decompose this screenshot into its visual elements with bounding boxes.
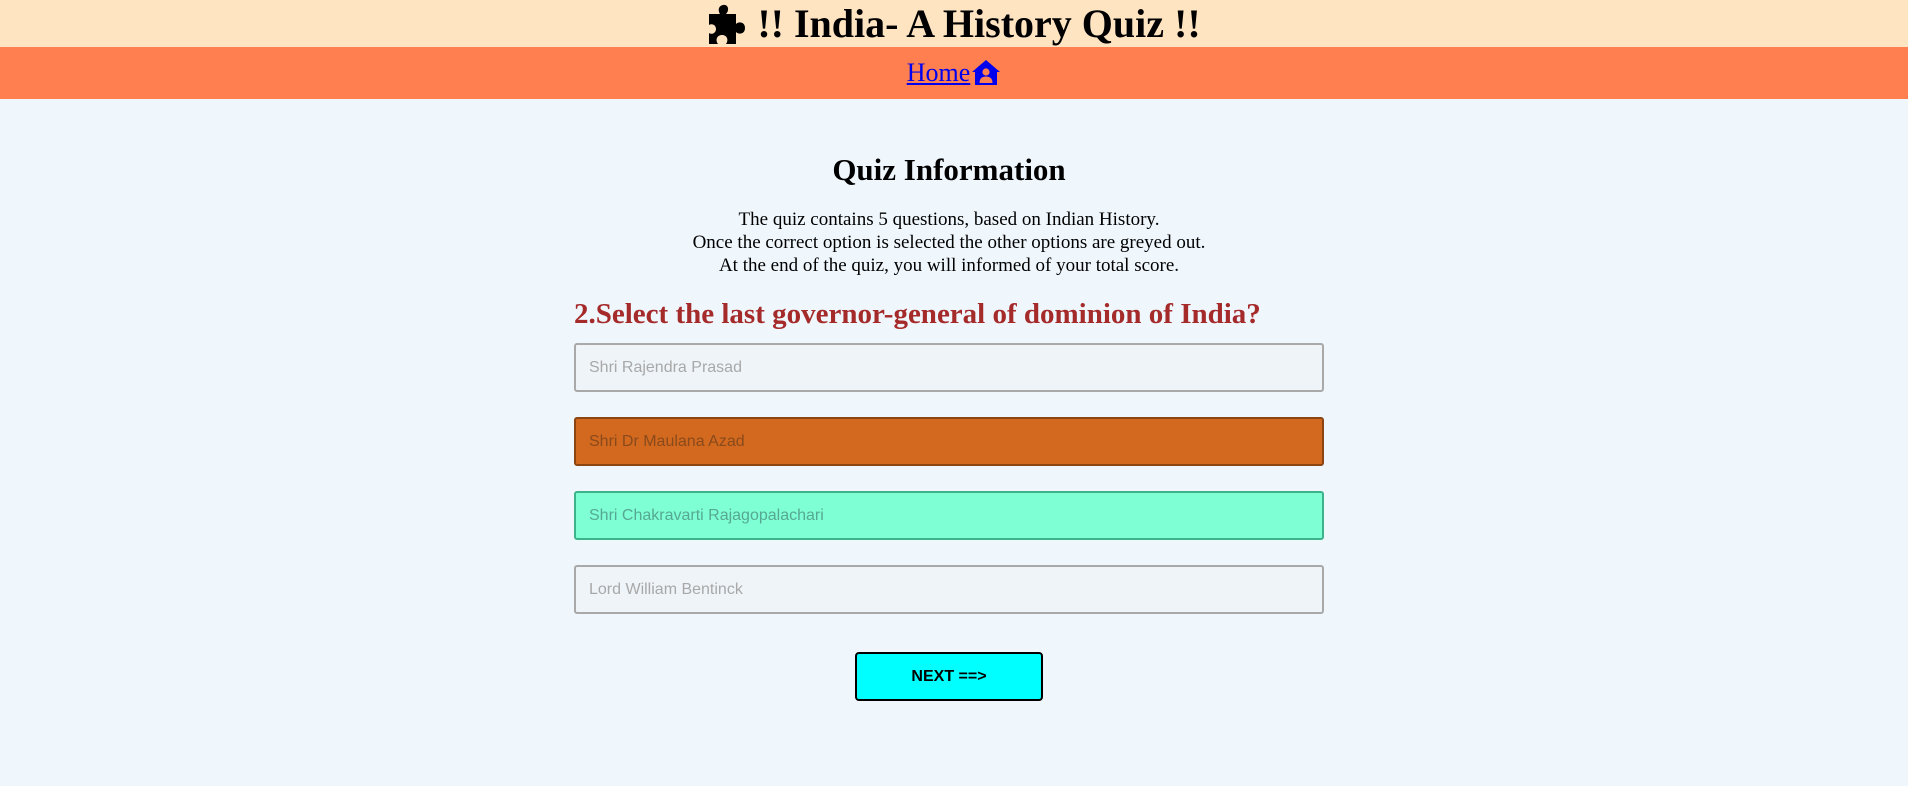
quiz-info-line: At the end of the quiz, you will informe… [718, 255, 1180, 276]
answer-option-label: Shri Rajendra Prasad [589, 358, 742, 376]
quiz-info-description: The quiz contains 5 questions, based on … [0, 208, 1898, 277]
answer-option-3-correct[interactable]: Shri Chakravarti Rajagopalachari [574, 491, 1324, 540]
answer-option-2-wrong[interactable]: Shri Dr Maulana Azad [574, 417, 1324, 466]
quiz-info-heading: Quiz Information [832, 152, 1066, 187]
answer-option-label: Shri Chakravarti Rajagopalachari [589, 506, 824, 524]
answer-option-1[interactable]: Shri Rajendra Prasad [574, 343, 1324, 392]
quiz-info-line: Once the correct option is selected the … [692, 232, 1206, 253]
answer-option-4[interactable]: Lord William Bentinck [574, 565, 1324, 614]
site-title-text: !! India- A History Quiz !! [757, 1, 1201, 46]
question-text: 2.Select the last governor-general of do… [574, 298, 1261, 330]
home-link[interactable]: Home [907, 58, 1002, 88]
puzzle-piece-icon [707, 2, 747, 46]
next-button[interactable]: NEXT ==> [855, 652, 1043, 701]
nav-bar: Home [0, 47, 1908, 99]
next-button-label: NEXT ==> [911, 667, 987, 685]
quiz-info-line: The quiz contains 5 questions, based on … [738, 209, 1160, 230]
site-header: !! India- A History Quiz !! [0, 0, 1908, 47]
home-link-label: Home [906, 58, 971, 87]
site-title: !! India- A History Quiz !! [707, 0, 1201, 47]
answer-option-label: Lord William Bentinck [589, 580, 743, 598]
house-user-icon [971, 59, 1001, 87]
answer-option-label: Shri Dr Maulana Azad [589, 432, 745, 450]
